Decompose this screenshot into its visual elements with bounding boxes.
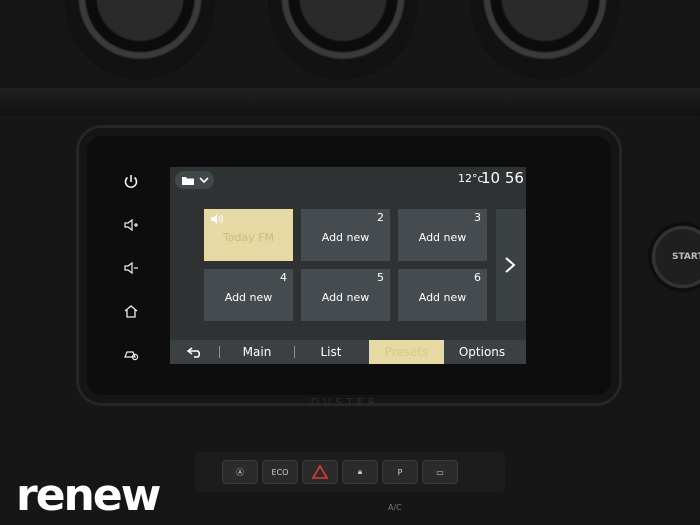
speaker-icon [211, 214, 223, 224]
parking-sensor-button[interactable]: P [382, 460, 418, 484]
air-vent-right [470, 0, 620, 80]
auto-stop-button[interactable]: Ⓐ [222, 460, 258, 484]
volume-down-button[interactable] [119, 256, 143, 280]
preset-label: Add new [418, 230, 467, 244]
preset-label: Add new [418, 290, 467, 304]
status-bar: 12°c 10 56 [170, 167, 526, 193]
volume-up-icon [124, 218, 138, 232]
air-vent-left [65, 0, 215, 80]
preset-number: 3 [474, 211, 481, 224]
preset-label: Today FM [222, 230, 275, 244]
infotainment-screen: 12°c 10 56 Today FM 2 Add new 3 Add new … [170, 167, 526, 364]
clock: 10 56 [481, 169, 524, 187]
preset-tile-4[interactable]: 4 Add new [204, 269, 293, 321]
preset-label: Add new [321, 290, 370, 304]
bottom-nav-bar: Main List Presets Options [170, 340, 526, 364]
outside-temperature: 12°c [458, 172, 484, 185]
air-vent-center [268, 0, 418, 80]
folder-icon [181, 176, 194, 185]
start-label: START [672, 252, 700, 262]
power-button[interactable] [119, 170, 143, 194]
preset-number: 5 [377, 271, 384, 284]
preset-label: Add new [224, 290, 273, 304]
settings-car-icon [124, 351, 139, 361]
tab-list[interactable]: List [300, 340, 362, 364]
preset-tile-6[interactable]: 6 Add new [398, 269, 487, 321]
camera-button[interactable]: ▭ [422, 460, 458, 484]
tab-options[interactable]: Options [452, 340, 512, 364]
preset-tile-1[interactable]: Today FM [204, 209, 293, 261]
back-button[interactable] [176, 340, 214, 364]
preset-number: 2 [377, 211, 384, 224]
home-icon [124, 305, 138, 318]
chevron-down-icon [198, 176, 209, 183]
eco-button[interactable]: ECO [262, 460, 298, 484]
dashboard-trim [0, 88, 700, 116]
lock-icon: 🔒︎ [357, 467, 363, 476]
tab-main[interactable]: Main [228, 340, 286, 364]
hazard-button[interactable] [302, 460, 338, 484]
volume-down-icon [124, 261, 138, 275]
bezel-logo: DUSTER [310, 396, 380, 409]
home-button[interactable] [119, 299, 143, 323]
preset-tile-3[interactable]: 3 Add new [398, 209, 487, 261]
power-icon [124, 175, 138, 189]
preset-tile-2[interactable]: 2 Add new [301, 209, 390, 261]
brand-logo: renew [16, 470, 161, 521]
preset-label: Add new [321, 230, 370, 244]
ac-label: A/C [388, 503, 402, 512]
camera-icon: ▭ [436, 467, 444, 477]
parking-icon: P [397, 467, 403, 477]
vehicle-settings-button[interactable] [119, 342, 143, 366]
volume-up-button[interactable] [119, 213, 143, 237]
source-selector[interactable] [175, 171, 214, 189]
preset-tile-5[interactable]: 5 Add new [301, 269, 390, 321]
back-arrow-icon [186, 347, 201, 358]
chevron-right-icon[interactable] [501, 255, 519, 275]
nav-separator [294, 346, 295, 358]
nav-separator [219, 346, 220, 358]
preset-number: 6 [474, 271, 481, 284]
auto-stop-icon: Ⓐ [236, 467, 244, 477]
preset-number: 4 [280, 271, 287, 284]
door-lock-button[interactable]: 🔒︎ [342, 460, 378, 484]
hazard-icon [312, 465, 328, 479]
tab-presets[interactable]: Presets [369, 340, 444, 364]
